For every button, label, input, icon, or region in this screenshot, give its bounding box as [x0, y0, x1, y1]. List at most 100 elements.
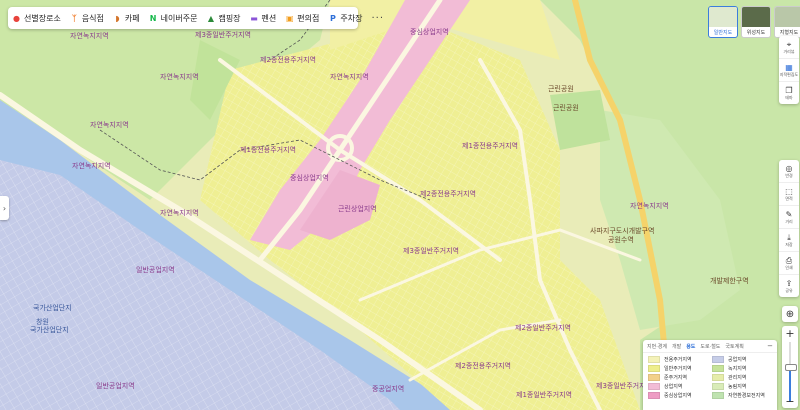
- more-categories-button[interactable]: ···: [371, 13, 384, 24]
- map-label: 제2종전용주거지역: [260, 55, 316, 64]
- zoom-out-button[interactable]: −: [782, 394, 798, 408]
- legend-label: 상업지역: [664, 384, 683, 390]
- park-zone: [550, 90, 610, 150]
- legend-collapse-button[interactable]: −: [767, 342, 773, 350]
- map-label: 창원: [36, 317, 49, 326]
- legend-label: 공업지역: [728, 357, 747, 363]
- map-label: 제2종전용주거지역: [455, 361, 511, 370]
- map-label: 제2종일반주거지역: [515, 323, 571, 332]
- print-icon: ⎙: [785, 256, 793, 265]
- legend-tab-3[interactable]: 도로·철도: [700, 343, 720, 350]
- legend-item: 일반주거지역: [648, 365, 708, 372]
- legend-label: 자연환경보전지역: [728, 393, 765, 399]
- category-label: 주차장: [340, 13, 363, 23]
- tool-label: 거리뷰: [783, 49, 795, 54]
- map-label: 중심상업지역: [290, 173, 329, 182]
- legend-item: 자연환경보전지역: [712, 392, 772, 399]
- legend-label: 준주거지역: [664, 375, 688, 381]
- ruler-icon: ✎: [785, 210, 793, 219]
- category-parking[interactable]: P 주차장: [328, 13, 363, 24]
- map-label: 자연녹지지역: [90, 120, 129, 129]
- category-label: 편의점: [297, 13, 320, 23]
- cup-icon: ◗: [115, 13, 120, 23]
- map-label: 중심상업지역: [410, 27, 449, 36]
- map-label: 국가산업단지: [30, 325, 69, 334]
- map-label: 근린상업지역: [338, 204, 377, 213]
- category-label: 캠핑장: [218, 13, 241, 23]
- legend-tab-1[interactable]: 개발: [672, 343, 681, 350]
- save-tool-button[interactable]: ⤓ 저장: [779, 229, 799, 252]
- map-type-1[interactable]: 위성지도: [741, 6, 771, 38]
- legend-tab-4[interactable]: 국토계획: [725, 343, 743, 350]
- pin-icon: ●: [13, 13, 20, 23]
- map-type-2[interactable]: 지형지도: [774, 6, 800, 38]
- map-type-0[interactable]: 일반지도: [708, 6, 738, 38]
- category-fork-knife[interactable]: ᛉ 음식점: [70, 13, 104, 24]
- map-label: 사파지구도시개발구역: [590, 226, 654, 235]
- legend-item: 전용주거지역: [648, 356, 708, 363]
- category-cup[interactable]: ◗ 카페: [113, 13, 139, 24]
- ruler-tool-button[interactable]: ✎ 거리: [779, 206, 799, 229]
- category-bar: ● 선별장로소 ᛉ 음식점 ◗ 카페 N 네이버주문 ▲ 캠핑장 ▬ 펜션 ▣ 편의점 P 주차장 ···: [8, 7, 383, 29]
- legend-item: 공업지역: [712, 356, 772, 363]
- map-label: 근린공원: [553, 103, 579, 112]
- map-label: 일반공업지역: [96, 381, 135, 390]
- map-label: 개발제한구역: [710, 276, 749, 285]
- map-label: 자연녹지지역: [160, 72, 199, 81]
- radius-tool-button[interactable]: ◎ 반경: [779, 160, 799, 183]
- map-label: 자연녹지지역: [160, 208, 199, 217]
- legend-item: 준주거지역: [648, 374, 708, 381]
- category-label: 선별장로소: [24, 13, 61, 23]
- legend-swatch: [648, 356, 660, 363]
- zoning-legend: 지번·경계 개발 용도 도로·철도 국토계획 − 전용주거지역 공업지역일반주거지역 녹지지역…: [643, 340, 777, 410]
- map-type-label: 위성지도: [746, 30, 766, 36]
- map-label: 중공업지역: [372, 384, 404, 393]
- print-tool-button[interactable]: ⎙ 인쇄: [779, 252, 799, 275]
- category-label: 펜션: [261, 13, 277, 23]
- map-type-label: 일반지도: [713, 30, 733, 36]
- share-tool-button[interactable]: ⇪ 공유: [779, 275, 799, 297]
- map-label: 자연녹지지역: [70, 31, 109, 40]
- map-type-thumbnail: [709, 7, 737, 27]
- map-type-thumbnail: [775, 7, 800, 27]
- copy-icon: ❐: [785, 86, 793, 95]
- legend-item: 상업지역: [648, 383, 708, 390]
- area-tool-button[interactable]: ⬚ 면적: [779, 183, 799, 206]
- map-label: 제1종전용주거지역: [240, 145, 296, 154]
- legend-item: 농림지역: [712, 383, 772, 390]
- map-label: 자연녹지지역: [72, 161, 111, 170]
- map-toolbar: ⌖ 거리뷰 ▦ 지적편집도 ❐ 테마: [779, 36, 799, 104]
- copy-tool-button[interactable]: ❐ 테마: [779, 82, 799, 104]
- category-label: 네이버주문: [160, 13, 198, 23]
- map-type-switch: 일반지도 위성지도 지형지도: [708, 6, 800, 38]
- category-bed[interactable]: ▬ 펜션: [250, 13, 277, 24]
- legend-swatch: [648, 392, 660, 399]
- expand-panel-button[interactable]: ›: [0, 196, 9, 220]
- tool-label: 테마: [785, 95, 793, 100]
- category-tent[interactable]: ▲ 캠핑장: [206, 13, 241, 24]
- current-location-button[interactable]: ⊕: [782, 306, 798, 322]
- legend-swatch: [712, 392, 724, 399]
- map-type-thumbnail: [742, 7, 770, 27]
- legend-swatch: [712, 356, 724, 363]
- legend-tab-0[interactable]: 지번·경계: [647, 343, 667, 350]
- category-naver-n[interactable]: N 네이버주문: [149, 13, 198, 24]
- tool-label: 공유: [785, 288, 793, 293]
- layer-tool-button[interactable]: ▦ 지적편집도: [779, 59, 799, 82]
- legend-tab-2[interactable]: 용도: [686, 343, 695, 350]
- area-icon: ⬚: [785, 187, 793, 196]
- category-store[interactable]: ▣ 편의점: [285, 13, 319, 24]
- legend-item: 녹지지역: [712, 365, 772, 372]
- map-label: 공원수역: [608, 235, 634, 244]
- zoom-track[interactable]: [789, 342, 791, 402]
- zoom-in-button[interactable]: +: [782, 326, 798, 340]
- tool-label: 면적: [785, 196, 793, 201]
- fork-knife-icon: ᛉ: [71, 13, 77, 23]
- legend-tabs: 지번·경계 개발 용도 도로·철도 국토계획 −: [643, 340, 777, 353]
- category-label: 음식점: [81, 13, 104, 23]
- category-pin[interactable]: ● 선별장로소: [12, 13, 61, 24]
- legend-label: 농림지역: [728, 384, 747, 390]
- zoom-slider-handle[interactable]: [785, 364, 797, 371]
- pin-tool-button[interactable]: ⌖ 거리뷰: [779, 36, 799, 59]
- naver-n-icon: N: [149, 13, 157, 23]
